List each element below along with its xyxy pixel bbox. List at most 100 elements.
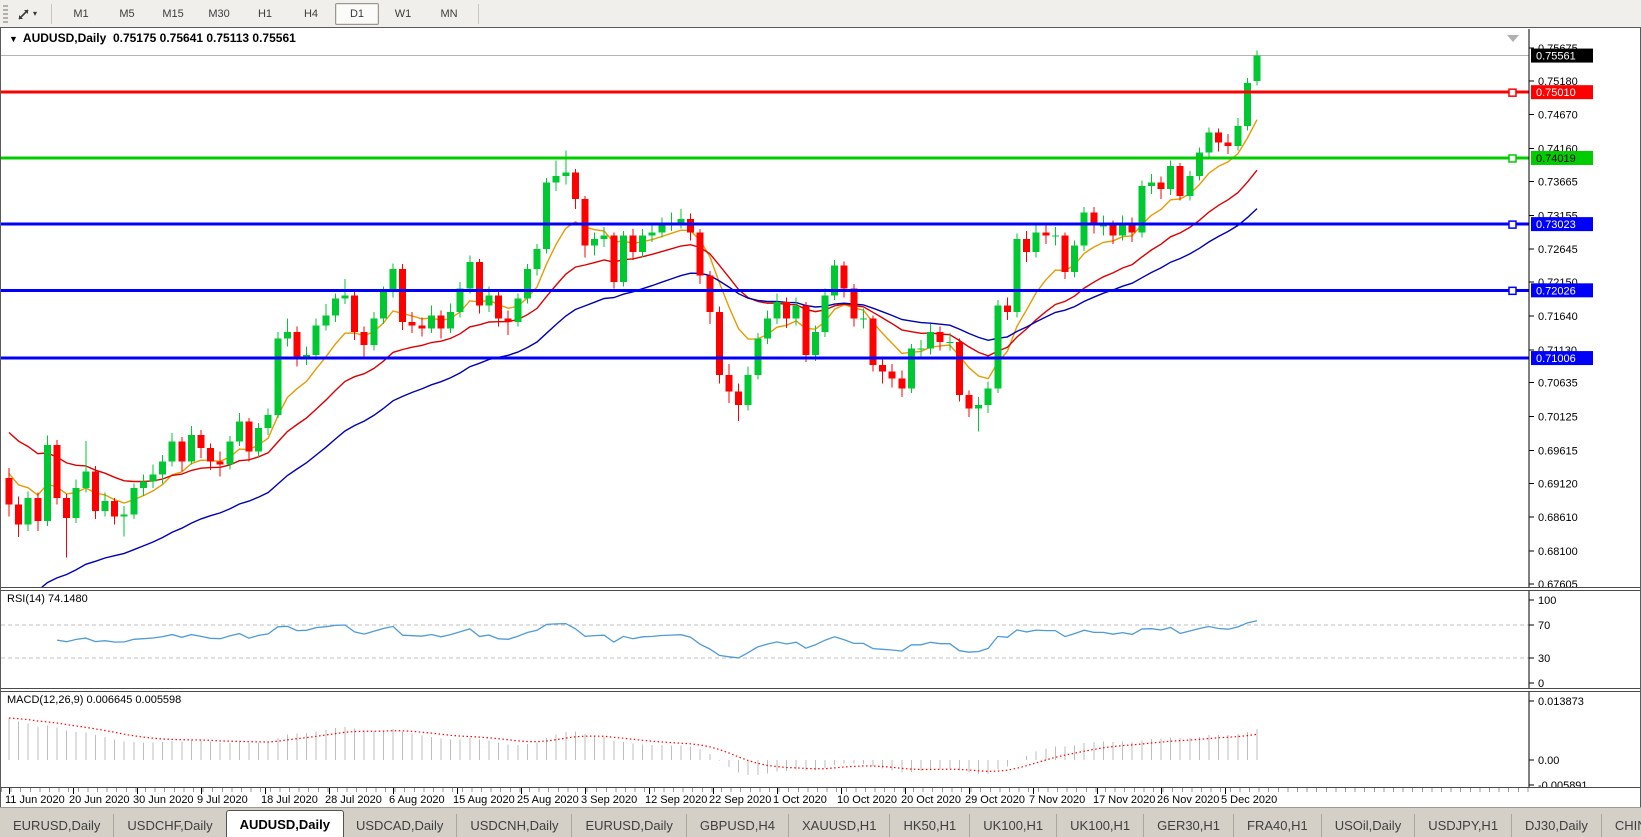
chart-tab-uk100-h1[interactable]: UK100,H1 — [1057, 814, 1144, 837]
chart-tab-xauusd-h1[interactable]: XAUUSD,H1 — [789, 814, 890, 837]
candle-body — [236, 422, 243, 442]
time-axis-date-label: 11 Jun 2020 — [5, 794, 65, 806]
macd-chart-canvas[interactable]: 0.0138730.00-0.005891 — [1, 692, 1640, 787]
price-axis-tick-label: 0.67605 — [1538, 579, 1578, 587]
candle-body — [1167, 166, 1174, 189]
hline-handle[interactable] — [1509, 287, 1516, 294]
candle-body — [1148, 182, 1155, 185]
rsi-chart-canvas[interactable]: 10070300 — [1, 591, 1640, 688]
candle-body — [802, 305, 809, 355]
candle-body — [630, 236, 637, 253]
chart-tab-hk50-h1[interactable]: HK50,H1 — [890, 814, 970, 837]
candle-body — [1100, 226, 1107, 227]
timeframe-buttons: M1M5M15M30H1H4D1W1MN — [58, 3, 472, 25]
time-axis-date-label: 3 Sep 2020 — [581, 794, 637, 806]
chart-tab-audusd-daily[interactable]: AUDUSD,Daily — [226, 810, 344, 837]
candle-body — [159, 461, 166, 474]
time-axis-date-label: 26 Nov 2020 — [1157, 794, 1219, 806]
hline-handle[interactable] — [1509, 221, 1516, 228]
time-axis-date-label: 20 Oct 2020 — [901, 794, 961, 806]
candle-body — [198, 435, 205, 448]
candle-body — [102, 501, 109, 511]
candle-body — [658, 226, 665, 233]
timeframe-button-h4[interactable]: H4 — [289, 3, 333, 25]
price-chart-canvas[interactable]: 0.756750.751800.746700.741600.736650.731… — [1, 29, 1640, 587]
candle-body — [130, 488, 137, 515]
timeframe-button-m1[interactable]: M1 — [59, 3, 103, 25]
candle-body — [255, 428, 262, 451]
candle-body — [918, 349, 925, 350]
candle-body — [514, 299, 521, 322]
candle-body — [841, 265, 848, 288]
candle-body — [975, 405, 982, 408]
rsi-axis-label: 0 — [1538, 678, 1544, 688]
chart-tab-china300-h1[interactable]: CHINA300,H1 — [1602, 814, 1641, 837]
timeframe-button-m30[interactable]: M30 — [197, 3, 241, 25]
candle-body — [428, 315, 435, 328]
candle-body — [793, 305, 800, 318]
candle-body — [822, 295, 829, 332]
chart-tab-uk100-h1[interactable]: UK100,H1 — [970, 814, 1057, 837]
timeframe-button-m5[interactable]: M5 — [105, 3, 149, 25]
timeframe-button-h1[interactable]: H1 — [243, 3, 287, 25]
toolbar-separator — [51, 4, 52, 24]
candle-body — [1244, 83, 1251, 126]
hline-handle[interactable] — [1509, 89, 1516, 96]
candle-body — [178, 441, 185, 461]
candle-body — [812, 332, 819, 355]
chart-tab-eurusd-daily[interactable]: EURUSD,Daily — [0, 814, 114, 837]
candle-body — [505, 319, 512, 322]
cursor-tool-button[interactable]: ▾ — [13, 5, 41, 23]
candle-body — [898, 378, 905, 388]
chart-tab-usdcad-daily[interactable]: USDCAD,Daily — [343, 814, 457, 837]
price-axis-tick-label: 0.70635 — [1538, 378, 1578, 390]
rsi-line — [57, 621, 1257, 658]
price-axis[interactable]: 0.756750.751800.746700.741600.736650.731… — [1529, 29, 1593, 587]
price-axis-tick-label: 0.74670 — [1538, 110, 1578, 122]
candle-body — [927, 332, 934, 349]
candle-body — [399, 269, 406, 322]
candle-body — [534, 249, 541, 269]
chart-tab-gbpusd-h4[interactable]: GBPUSD,H4 — [687, 814, 789, 837]
candle-body — [1042, 232, 1049, 235]
candle-body — [313, 325, 320, 355]
timeframe-button-mn[interactable]: MN — [427, 3, 471, 25]
chart-tab-fra40-h1[interactable]: FRA40,H1 — [1234, 814, 1322, 837]
ma-line-35[interactable] — [9, 209, 1257, 587]
candle-body — [687, 219, 694, 232]
chart-tab-usdjpy-h1[interactable]: USDJPY,H1 — [1415, 814, 1512, 837]
candle-body — [879, 365, 886, 372]
toolbar-grip[interactable] — [3, 5, 8, 23]
chart-shift-marker-icon[interactable] — [1507, 35, 1519, 42]
time-axis-date-label: 20 Jun 2020 — [69, 794, 130, 806]
timeframe-button-m15[interactable]: M15 — [151, 3, 195, 25]
candle-body — [495, 295, 502, 318]
ma-line-8[interactable] — [9, 120, 1257, 503]
cursor-tool-dropdown-icon[interactable]: ▾ — [33, 10, 37, 18]
chart-tab-ger30-h1[interactable]: GER30,H1 — [1144, 814, 1234, 837]
hline-handle[interactable] — [1509, 155, 1516, 162]
chart-tab-eurusd-daily[interactable]: EURUSD,Daily — [572, 814, 686, 837]
time-axis-date-label: 22 Sep 2020 — [709, 794, 771, 806]
ma-line-20[interactable] — [9, 170, 1257, 481]
candle-body — [34, 498, 41, 521]
chart-tab-dj30-daily[interactable]: DJ30,Daily — [1512, 814, 1602, 837]
candle-body — [188, 435, 195, 462]
candle-body — [908, 349, 915, 389]
chart-tab-usdchf-daily[interactable]: USDCHF,Daily — [114, 814, 226, 837]
candle-body — [726, 375, 733, 392]
chart-tab-usdcnh-daily[interactable]: USDCNH,Daily — [457, 814, 572, 837]
time-axis[interactable]: 11 Jun 202020 Jun 202030 Jun 20209 Jul 2… — [1, 787, 1640, 808]
price-badge-label: 0.72026 — [1536, 285, 1576, 297]
candle-body — [1206, 133, 1213, 153]
moving-averages-layer — [9, 120, 1257, 587]
macd-axis-label: 0.013873 — [1538, 696, 1584, 708]
timeframe-button-w1[interactable]: W1 — [381, 3, 425, 25]
candle-body — [390, 269, 397, 292]
candle-body — [1023, 239, 1030, 252]
chart-tab-usoil-daily[interactable]: USOil,Daily — [1322, 814, 1415, 837]
candle-body — [6, 478, 13, 505]
candle-body — [966, 395, 973, 408]
timeframe-button-d1[interactable]: D1 — [335, 3, 379, 25]
candle-body — [82, 471, 89, 488]
